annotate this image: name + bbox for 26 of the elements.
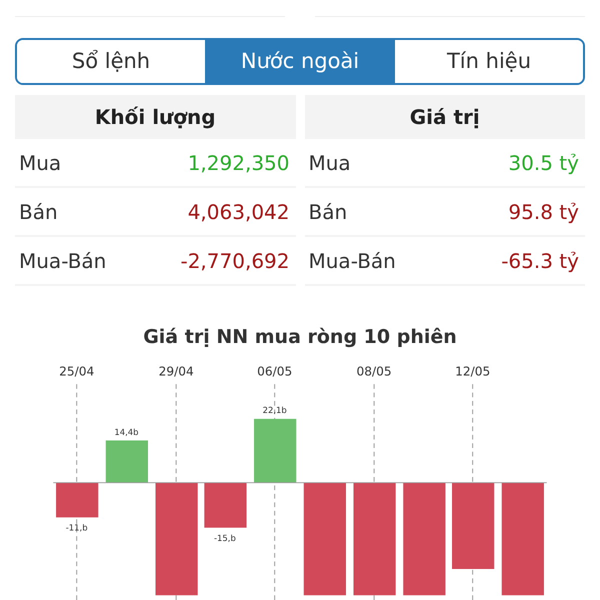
row-value: 1,292,350 — [188, 150, 290, 175]
date-label: 29/04 — [158, 364, 194, 379]
row-value: 4,063,042 — [188, 200, 290, 224]
bar-value-label: -11,b — [66, 522, 88, 533]
bar-value-label: 14,4b — [114, 426, 138, 437]
row-value: 30.5 tỷ — [508, 150, 579, 175]
date-label: 08/05 — [356, 364, 392, 379]
tab[interactable]: Nước ngoài — [205, 40, 394, 84]
date-label: 25/04 — [59, 364, 94, 379]
row-value: -2,770,692 — [180, 248, 290, 273]
bar-value-label: -15,b — [214, 532, 236, 543]
chart-title: Giá trị NN mua ròng 10 phiên — [142, 326, 458, 348]
row-value: 95.8 tỷ — [508, 200, 579, 224]
bar-value-label: 22,1b — [262, 405, 287, 416]
column-header: Giá trị — [304, 95, 585, 140]
row-label: Mua-Bán — [308, 248, 396, 273]
row-label: Bán — [308, 200, 348, 224]
row-label: Mua — [19, 150, 62, 175]
row-label: Bán — [19, 200, 58, 224]
date-label: 06/05 — [257, 364, 292, 379]
row-value: -65.3 tỷ — [501, 248, 579, 273]
column-header: Khối lượng — [15, 95, 296, 140]
date-label: 12/05 — [455, 364, 490, 379]
row-label: Mua-Bán — [19, 248, 106, 273]
row-label: Mua — [308, 150, 351, 175]
tab[interactable]: Tín hiệu — [394, 40, 583, 84]
